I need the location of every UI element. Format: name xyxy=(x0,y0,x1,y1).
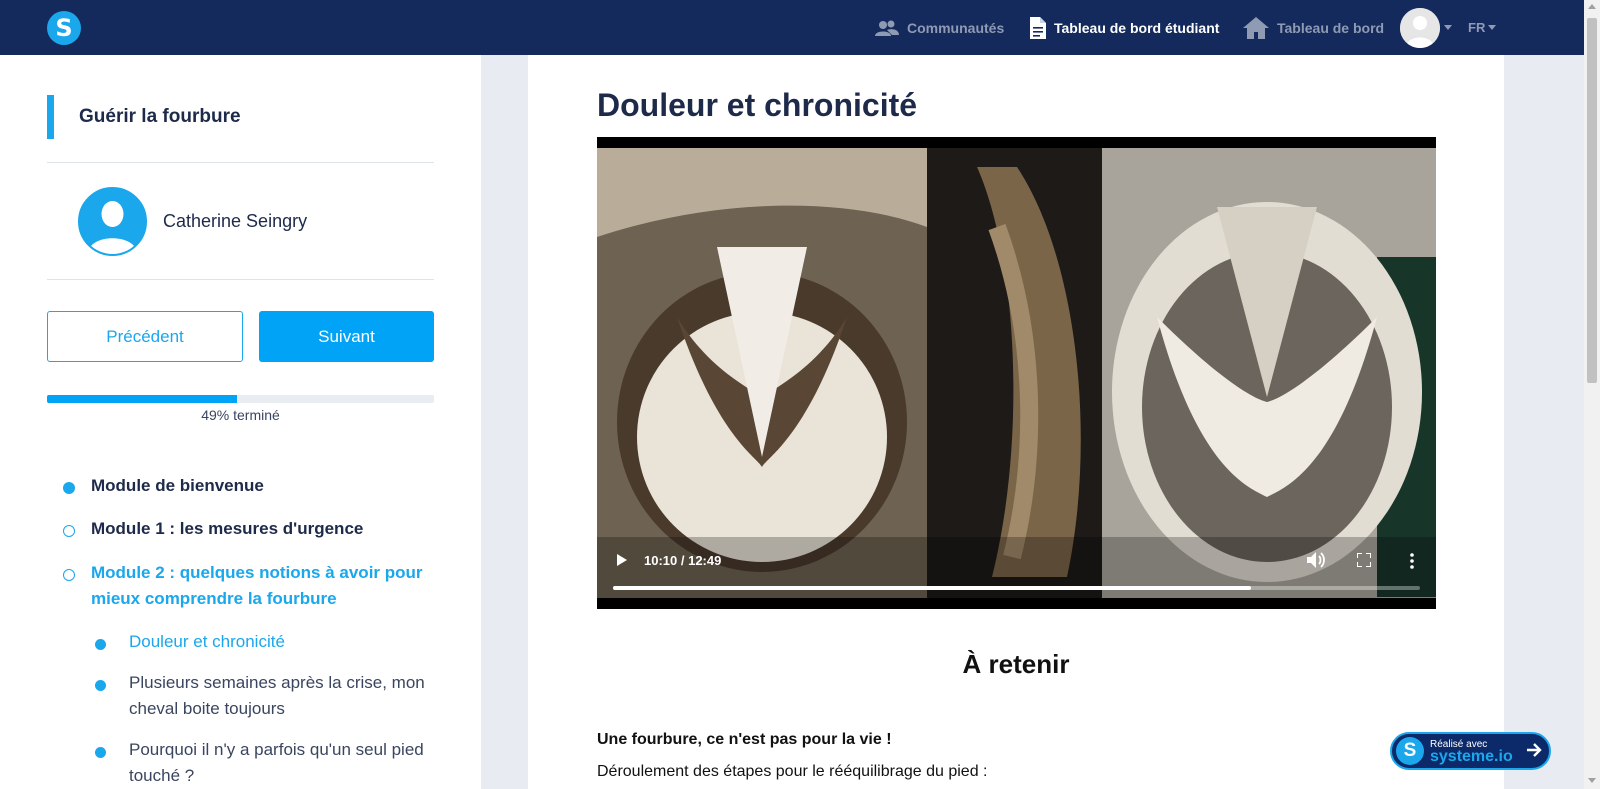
lesson-item-seul-pied[interactable]: Pourquoi il n'y a parfois qu'un seul pie… xyxy=(129,737,434,789)
user-avatar[interactable] xyxy=(1400,8,1440,48)
video-frame-hooves xyxy=(597,137,1436,609)
course-progress-label: 49% terminé xyxy=(201,407,280,423)
module-open-dot-icon xyxy=(63,569,75,581)
video-time: 10:10 / 12:49 xyxy=(644,553,722,568)
systeme-logo[interactable]: S xyxy=(47,11,81,45)
top-navbar: S Communautés Tableau de bord étudiant T… xyxy=(0,0,1584,55)
nav-dashboard-label: Tableau de bord xyxy=(1277,20,1385,36)
module-item-welcome[interactable]: Module de bienvenue xyxy=(91,473,436,499)
nav-student-dashboard[interactable]: Tableau de bord étudiant xyxy=(1030,17,1219,39)
play-icon[interactable] xyxy=(617,554,627,566)
volume-icon[interactable] xyxy=(1307,552,1325,568)
user-silhouette-icon xyxy=(1400,8,1440,48)
previous-button[interactable]: Précédent xyxy=(47,311,243,362)
badge-brand-text: systeme.io xyxy=(1430,748,1513,765)
module-item-2[interactable]: Module 2 : quelques notions à avoir pour… xyxy=(91,560,436,612)
arrow-right-icon xyxy=(1527,743,1542,757)
steps-paragraph: Déroulement des étapes pour le rééquilib… xyxy=(597,763,988,780)
scroll-thumb[interactable] xyxy=(1587,18,1597,383)
lesson-item-semaines[interactable]: Plusieurs semaines après la crise, mon c… xyxy=(129,670,434,722)
module-completed-dot-icon xyxy=(63,482,75,494)
module-open-dot-icon xyxy=(63,525,75,537)
nav-student-dashboard-label: Tableau de bord étudiant xyxy=(1054,20,1220,36)
author-name: Catherine Seingry xyxy=(163,211,308,231)
nav-dashboard[interactable]: Tableau de bord xyxy=(1243,17,1384,39)
lesson-item-douleur[interactable]: Douleur et chronicité xyxy=(129,629,434,655)
nav-communities[interactable]: Communautés xyxy=(875,17,1004,39)
next-button[interactable]: Suivant xyxy=(259,311,434,362)
scroll-down-arrow-icon[interactable] xyxy=(1588,778,1596,783)
language-chevron-down-icon[interactable] xyxy=(1488,25,1496,30)
divider xyxy=(47,162,434,163)
nav-communities-label: Communautés xyxy=(907,20,1005,36)
video-seek-fill xyxy=(613,586,1251,590)
more-options-icon[interactable] xyxy=(1409,553,1415,569)
video-seek-bar[interactable] xyxy=(613,586,1420,590)
course-title-accent xyxy=(47,95,54,139)
page-scrollbar[interactable] xyxy=(1584,0,1600,789)
course-title: Guérir la fourbure xyxy=(79,106,241,127)
video-player[interactable]: 10:10 / 12:49 xyxy=(597,137,1436,609)
language-selector[interactable]: FR xyxy=(1468,20,1485,35)
systeme-badge-logo: S xyxy=(1396,737,1424,765)
section-heading: À retenir xyxy=(962,649,1070,679)
document-icon xyxy=(1030,17,1046,39)
lesson-dot-icon xyxy=(95,747,106,758)
home-icon xyxy=(1243,17,1269,39)
divider xyxy=(47,279,434,280)
fullscreen-icon[interactable] xyxy=(1357,553,1371,567)
lesson-dot-icon xyxy=(95,680,106,691)
lesson-content: Douleur et chronicité 10:10 / 12:49 À re… xyxy=(528,55,1504,789)
lesson-title: Douleur et chronicité xyxy=(597,87,918,123)
module-item-1[interactable]: Module 1 : les mesures d'urgence xyxy=(91,516,436,542)
course-progress-bar xyxy=(47,395,434,403)
author-silhouette-icon xyxy=(80,189,145,254)
course-sidebar: Guérir la fourbure Catherine Seingry Pré… xyxy=(0,55,481,789)
course-progress-fill xyxy=(47,395,237,403)
user-menu-chevron-down-icon[interactable] xyxy=(1444,25,1452,30)
lesson-dot-icon xyxy=(95,639,106,650)
scroll-up-arrow-icon[interactable] xyxy=(1588,4,1596,9)
made-with-systeme-badge[interactable]: S Réalisé avec systeme.io xyxy=(1390,732,1551,770)
key-paragraph: Une fourbure, ce n'est pas pour la vie ! xyxy=(597,731,892,748)
users-icon xyxy=(875,20,899,36)
author-avatar xyxy=(78,187,147,256)
